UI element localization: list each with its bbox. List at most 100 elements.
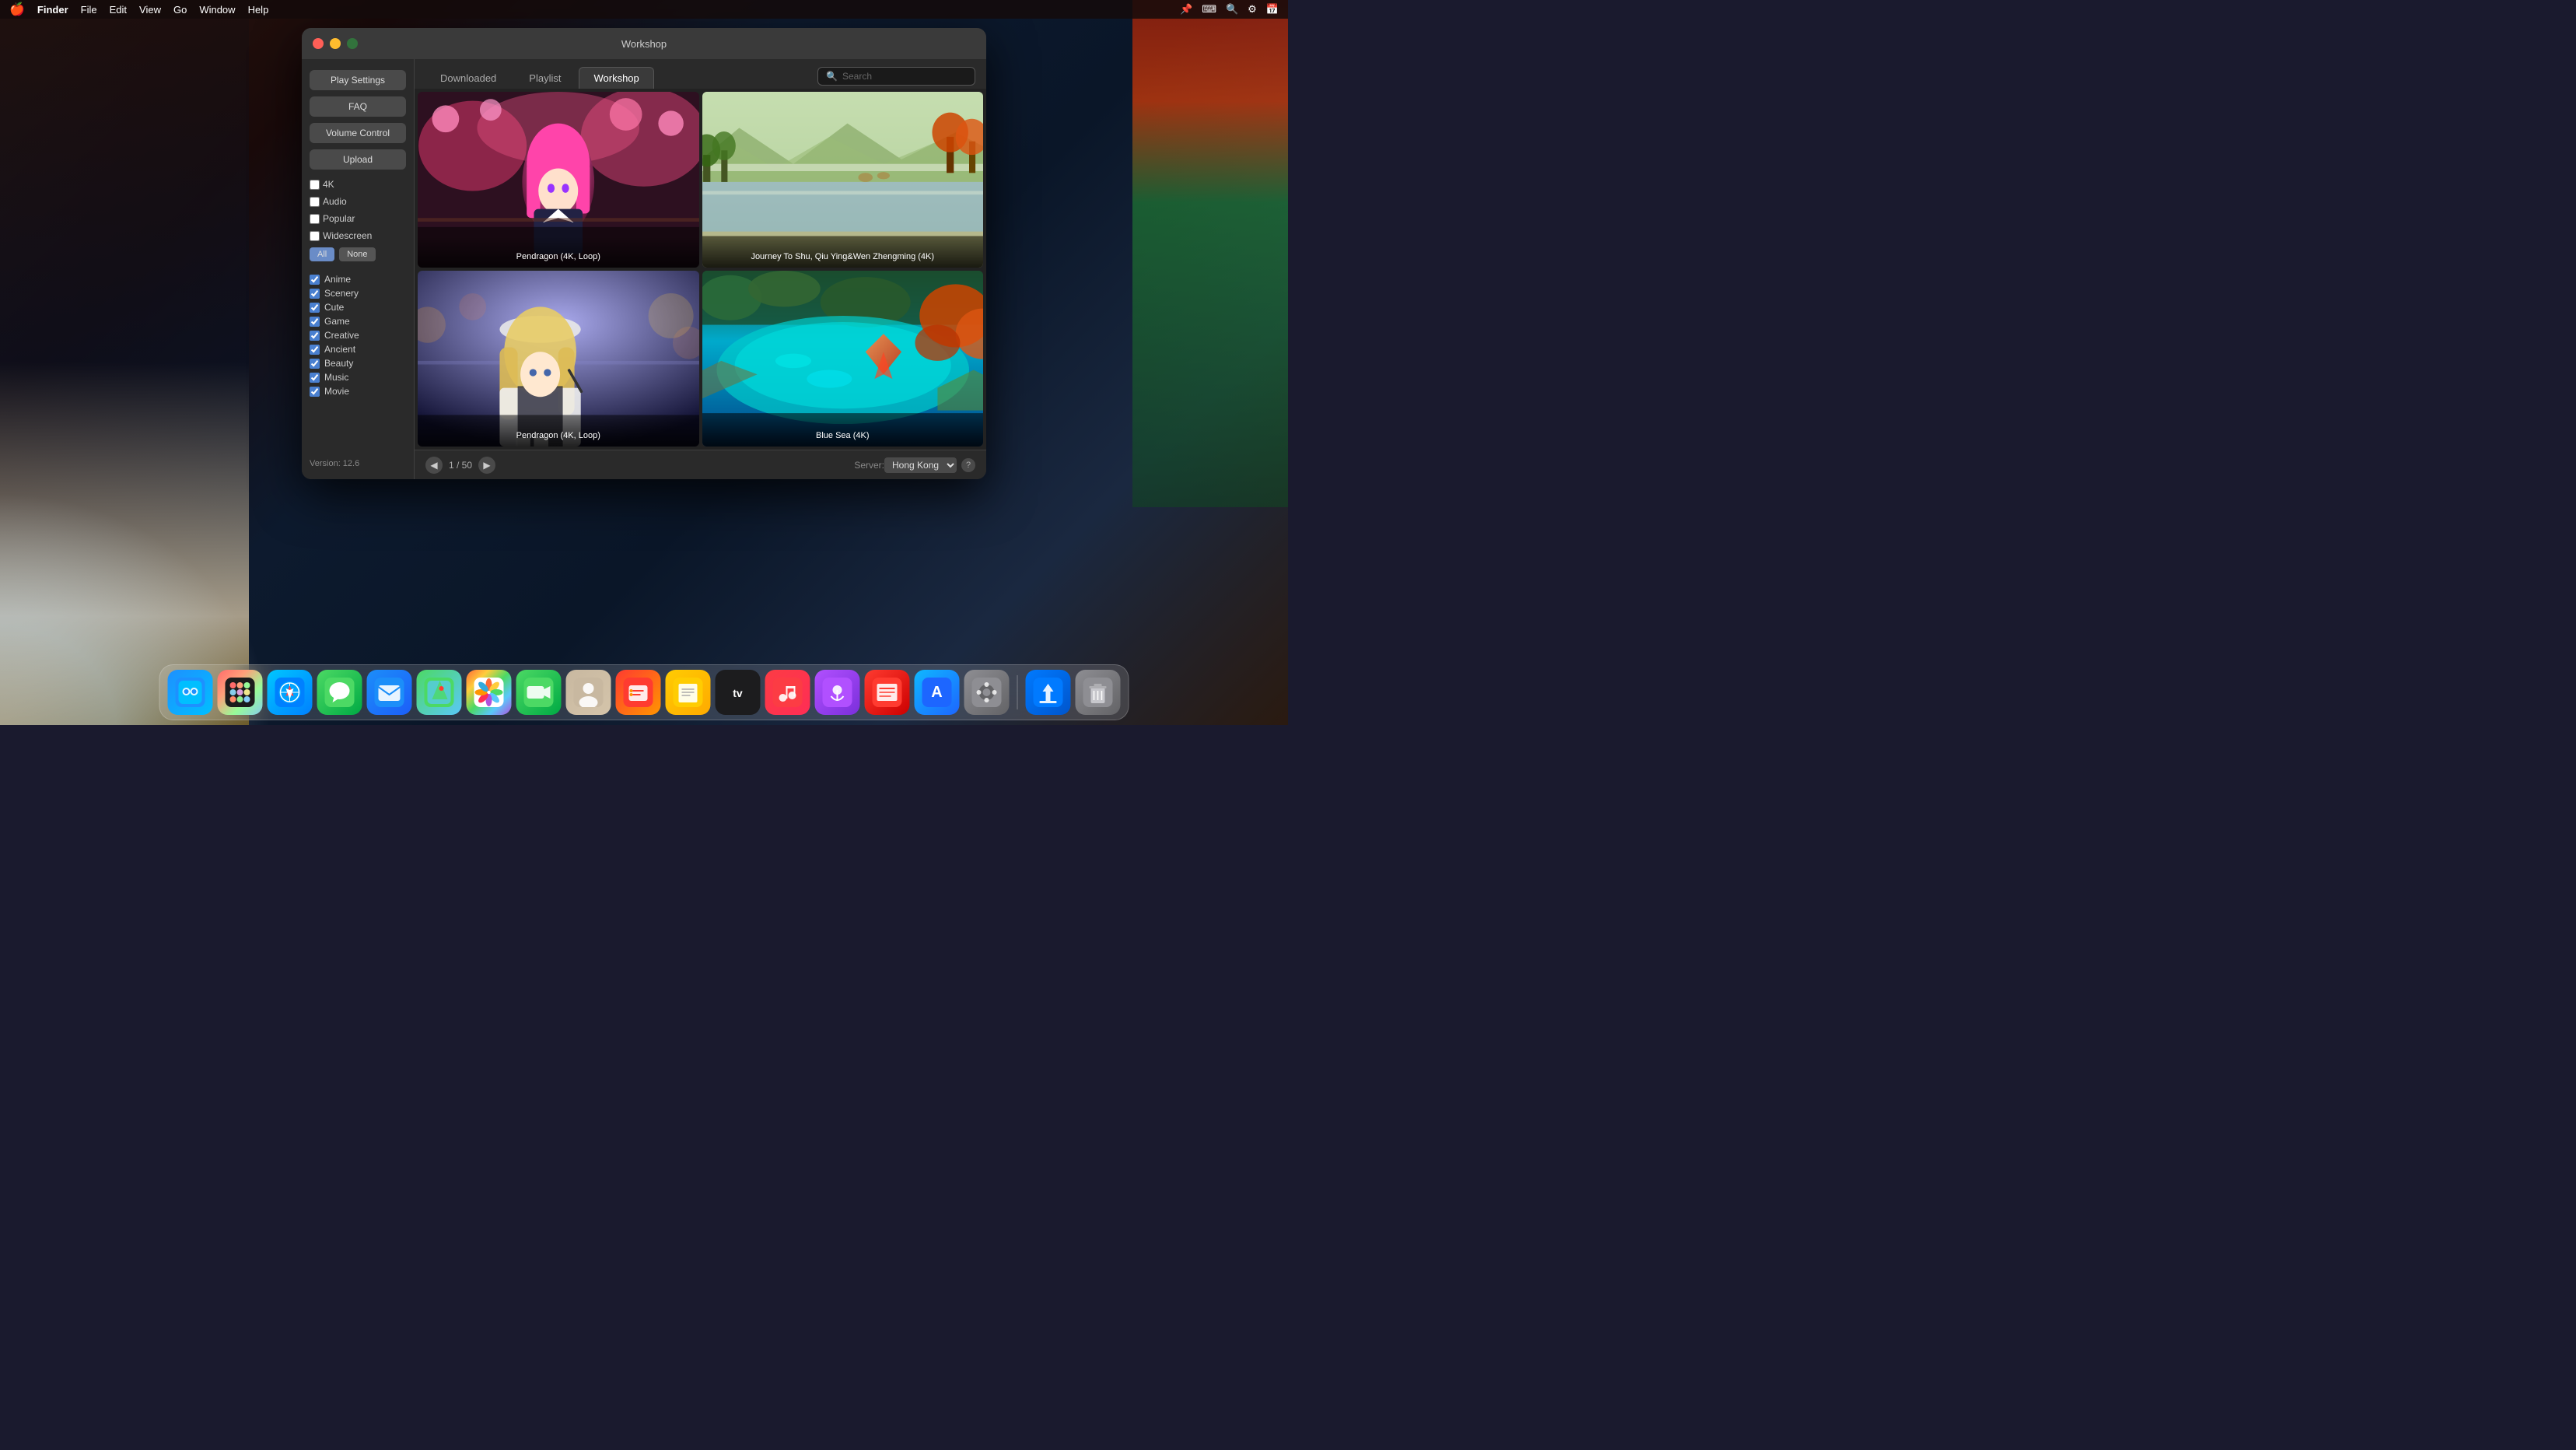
checkbox-widescreen[interactable] bbox=[310, 231, 320, 241]
search-icon: 🔍 bbox=[826, 71, 838, 82]
minimize-button[interactable] bbox=[330, 38, 341, 49]
search-bar: 🔍 bbox=[817, 67, 975, 86]
checkbox-audio[interactable] bbox=[310, 197, 320, 207]
dock-podcasts[interactable] bbox=[815, 670, 860, 715]
all-none-buttons: All None bbox=[310, 247, 406, 261]
close-button[interactable] bbox=[313, 38, 324, 49]
dock-reminders[interactable] bbox=[616, 670, 661, 715]
wallpaper-item-1[interactable]: Pendragon (4K, Loop) bbox=[418, 92, 699, 268]
dock-system-preferences[interactable] bbox=[964, 670, 1010, 715]
label-music: Music bbox=[324, 372, 348, 383]
main-content: Downloaded Playlist Workshop 🔍 bbox=[415, 59, 986, 479]
dock-photos[interactable] bbox=[467, 670, 512, 715]
checkbox-scenery[interactable] bbox=[310, 289, 320, 299]
wallpaper-item-2[interactable]: Journey To Shu, Qiu Ying&Wen Zhengming (… bbox=[702, 92, 984, 268]
filter-cute[interactable]: Cute bbox=[310, 302, 406, 313]
bottom-bar: ◀ 1 / 50 ▶ Server: Hong Kong US West Eur… bbox=[415, 450, 986, 479]
tab-downloaded[interactable]: Downloaded bbox=[425, 67, 511, 89]
faq-button[interactable]: FAQ bbox=[310, 96, 406, 117]
menubar-view[interactable]: View bbox=[139, 4, 161, 16]
tab-workshop[interactable]: Workshop bbox=[579, 67, 653, 89]
checkbox-music[interactable] bbox=[310, 373, 320, 383]
filter-4k: 4K bbox=[310, 179, 406, 190]
menubar-help[interactable]: Help bbox=[248, 4, 269, 16]
traffic-lights bbox=[313, 38, 358, 49]
play-settings-button[interactable]: Play Settings bbox=[310, 70, 406, 90]
version-label: Version: 12.6 bbox=[310, 459, 406, 468]
dock-appstore[interactable]: A bbox=[915, 670, 960, 715]
filter-anime[interactable]: Anime bbox=[310, 274, 406, 285]
sidebar: Play Settings FAQ Volume Control Upload … bbox=[302, 59, 415, 479]
server-select[interactable]: Hong Kong US West Europe bbox=[884, 457, 957, 473]
filter-scenery[interactable]: Scenery bbox=[310, 288, 406, 299]
svg-text:tv: tv bbox=[733, 687, 743, 699]
menubar-app-name[interactable]: Finder bbox=[37, 4, 68, 16]
page-info: 1 / 50 bbox=[449, 460, 472, 471]
filter-music[interactable]: Music bbox=[310, 372, 406, 383]
label-audio: Audio bbox=[323, 196, 347, 207]
dock-contacts[interactable] bbox=[566, 670, 611, 715]
checkbox-beauty[interactable] bbox=[310, 359, 320, 369]
filter-movie[interactable]: Movie bbox=[310, 386, 406, 397]
filter-ancient[interactable]: Ancient bbox=[310, 344, 406, 355]
filter-game[interactable]: Game bbox=[310, 316, 406, 327]
dock-launchpad[interactable] bbox=[218, 670, 263, 715]
dock-music[interactable] bbox=[765, 670, 810, 715]
menubar-edit[interactable]: Edit bbox=[110, 4, 127, 16]
search-icon[interactable]: 🔍 bbox=[1226, 3, 1238, 16]
maximize-button[interactable] bbox=[347, 38, 358, 49]
dock-news[interactable] bbox=[865, 670, 910, 715]
dock-facetime[interactable] bbox=[516, 670, 562, 715]
prev-page-button[interactable]: ◀ bbox=[425, 457, 443, 474]
checkbox-popular[interactable] bbox=[310, 214, 320, 224]
dock-finder[interactable] bbox=[168, 670, 213, 715]
menubar-window[interactable]: Window bbox=[199, 4, 235, 16]
checkbox-4k[interactable] bbox=[310, 180, 320, 190]
label-popular: Popular bbox=[323, 213, 355, 224]
dock-notes[interactable] bbox=[666, 670, 711, 715]
none-button[interactable]: None bbox=[339, 247, 375, 261]
all-button[interactable]: All bbox=[310, 247, 334, 261]
upload-button[interactable]: Upload bbox=[310, 149, 406, 170]
checkbox-anime[interactable] bbox=[310, 275, 320, 285]
app-window: Workshop Play Settings FAQ Volume Contro… bbox=[302, 28, 986, 479]
checkbox-cute[interactable] bbox=[310, 303, 320, 313]
menubar-file[interactable]: File bbox=[81, 4, 97, 16]
filter-beauty[interactable]: Beauty bbox=[310, 358, 406, 369]
pin-icon: 📌 bbox=[1180, 3, 1192, 16]
wallpaper-item-4[interactable]: Blue Sea (4K) bbox=[702, 271, 984, 447]
volume-control-button[interactable]: Volume Control bbox=[310, 123, 406, 143]
menubar-go[interactable]: Go bbox=[173, 4, 187, 16]
dock-downloads[interactable] bbox=[1026, 670, 1071, 715]
label-cute: Cute bbox=[324, 302, 344, 313]
tab-playlist[interactable]: Playlist bbox=[514, 67, 576, 89]
checkbox-creative[interactable] bbox=[310, 331, 320, 341]
checkbox-movie[interactable] bbox=[310, 387, 320, 397]
checkbox-game[interactable] bbox=[310, 317, 320, 327]
dock-trash[interactable] bbox=[1076, 670, 1121, 715]
svg-text:A: A bbox=[931, 684, 942, 701]
next-page-button[interactable]: ▶ bbox=[478, 457, 495, 474]
dock-mail[interactable] bbox=[367, 670, 412, 715]
dock-safari[interactable] bbox=[268, 670, 313, 715]
dock-tv[interactable]: tv bbox=[716, 670, 761, 715]
menubar-right: 📌 ⌨ 🔍 ⚙ 📅 bbox=[1180, 3, 1279, 16]
dock-maps[interactable] bbox=[417, 670, 462, 715]
label-beauty: Beauty bbox=[324, 358, 353, 369]
control-center-icon[interactable]: ⚙ bbox=[1248, 3, 1257, 16]
wallpaper-item-3[interactable]: Pendragon (4K, Loop) bbox=[418, 271, 699, 447]
filter-creative[interactable]: Creative bbox=[310, 330, 406, 341]
apple-menu[interactable]: 🍎 bbox=[9, 2, 25, 17]
dock-messages[interactable] bbox=[317, 670, 362, 715]
wallpaper-label-4: Blue Sea (4K) bbox=[702, 415, 984, 447]
label-scenery: Scenery bbox=[324, 288, 359, 299]
wallpaper-label-1: Pendragon (4K, Loop) bbox=[418, 236, 699, 268]
search-input[interactable] bbox=[842, 71, 967, 82]
window-content: Play Settings FAQ Volume Control Upload … bbox=[302, 59, 986, 479]
date-time: 📅 bbox=[1266, 3, 1279, 16]
help-button[interactable]: ? bbox=[961, 458, 975, 472]
bg-decoration-right bbox=[1132, 0, 1288, 507]
checkbox-ancient[interactable] bbox=[310, 345, 320, 355]
label-4k: 4K bbox=[323, 179, 334, 190]
dock-divider bbox=[1017, 675, 1018, 709]
